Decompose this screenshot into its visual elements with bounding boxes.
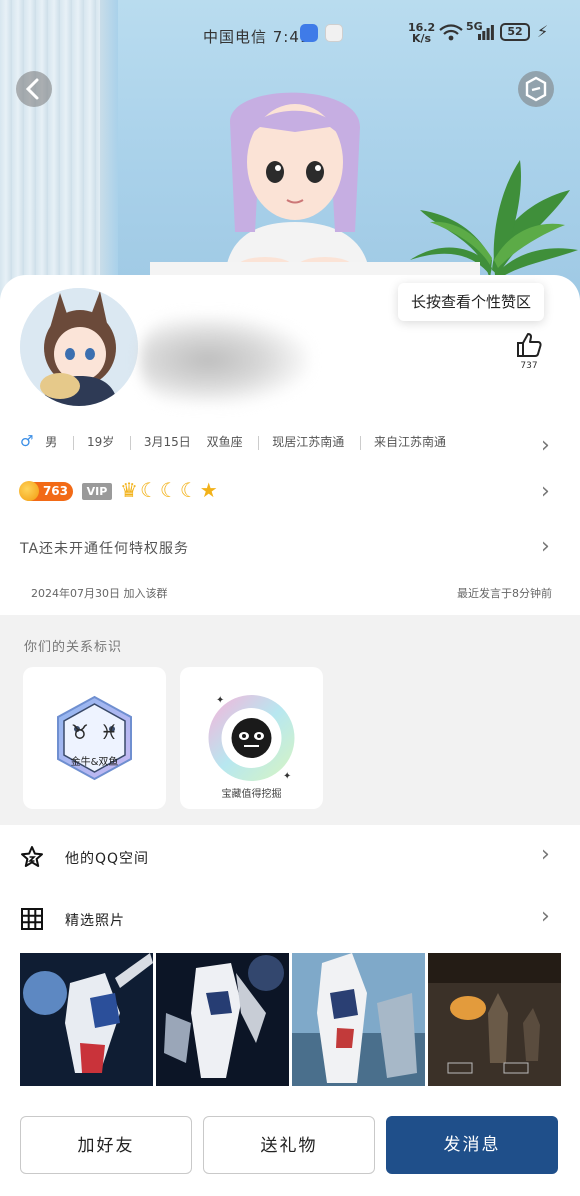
gender: 男	[45, 435, 58, 449]
battery-level: 52	[500, 23, 530, 41]
photo-thumbnail[interactable]	[428, 953, 561, 1086]
level-badge: 763	[19, 481, 73, 501]
star-icon: ★	[199, 478, 220, 502]
svg-text:♓: ♓	[100, 720, 118, 744]
hometown: 来自江苏南通	[373, 435, 446, 449]
photo-gallery	[20, 953, 561, 1086]
zodiac: 双鱼座	[206, 435, 243, 449]
avatar-image	[20, 288, 138, 406]
level-icons: ♛☾☾☾★	[120, 478, 220, 502]
qzone-row[interactable]: 他的QQ空间 ›	[0, 827, 580, 887]
avatar[interactable]	[20, 288, 138, 406]
photos-row[interactable]: 精选照片 ›	[0, 889, 580, 949]
profile-cover[interactable]: 中国电信 7:41 16.2 K/s 5G 52 ⚡	[0, 0, 580, 300]
level-badges-row[interactable]: 763 VIP ♛☾☾☾★	[19, 478, 540, 506]
treasure-relation-label: 宝藏值得挖掘	[221, 789, 282, 800]
cover-plant	[410, 160, 578, 280]
relation-card-zodiac[interactable]: ♉ ♓ 金牛&双鱼	[23, 667, 166, 809]
moon-icon: ☾	[159, 478, 180, 502]
vip-badge: VIP	[82, 483, 112, 500]
level-number: 763	[42, 484, 68, 498]
nickname-redacted	[140, 315, 310, 405]
divider	[130, 435, 132, 450]
send-gift-button[interactable]: 送礼物	[203, 1116, 375, 1174]
profile-card: 长按查看个性赞区 737 ♂ 男 19岁 3月15日 双鱼座 现居江苏南通 来自…	[0, 275, 580, 615]
like-tooltip: 长按查看个性赞区	[398, 283, 545, 321]
notification-app-icon	[300, 24, 318, 42]
photo-thumbnail[interactable]	[156, 953, 289, 1086]
svg-text:♉: ♉	[71, 720, 89, 744]
privilege-text[interactable]: TA还未开通任何特权服务	[20, 538, 189, 558]
relation-title: 你们的关系标识	[24, 640, 123, 655]
zodiac-relation-label: 金牛&双鱼	[70, 757, 119, 768]
chevron-left-icon	[25, 78, 39, 100]
carrier-time: 中国电信 7:41	[203, 28, 311, 46]
moon-icon: ☾	[139, 478, 160, 502]
svg-text:✦: ✦	[216, 695, 224, 706]
status-bar: 中国电信 7:41 16.2 K/s 5G 52 ⚡	[0, 20, 580, 48]
notification-app-icon-2	[325, 24, 343, 42]
coin-icon	[19, 481, 39, 501]
photo-thumbnail[interactable]	[292, 953, 425, 1086]
divider	[360, 435, 362, 450]
crown-icon: ♛	[120, 478, 140, 502]
birthday: 3月15日	[143, 435, 191, 449]
photos-label: 精选照片	[65, 913, 125, 929]
chevron-right-icon[interactable]: ›	[541, 534, 550, 559]
add-friend-button[interactable]: 加好友	[20, 1116, 192, 1174]
age: 19岁	[86, 435, 115, 449]
last-speak-time: 最近发言于8分钟前	[457, 587, 552, 600]
male-icon: ♂	[20, 432, 34, 450]
chevron-right-icon[interactable]: ›	[541, 479, 550, 504]
qzone-label: 他的QQ空间	[65, 851, 150, 867]
net-speed-unit: K/s	[412, 32, 432, 45]
grid-icon	[21, 908, 43, 930]
more-options-button[interactable]	[518, 71, 554, 107]
star-outline-icon	[21, 846, 43, 867]
profile-info-row[interactable]: ♂ 男 19岁 3月15日 双鱼座 现居江苏南通 来自江苏南通	[20, 432, 560, 454]
chevron-right-icon: ›	[541, 904, 550, 929]
residence: 现居江苏南通	[272, 435, 345, 449]
chevron-right-icon: ›	[541, 842, 550, 867]
charging-icon: ⚡	[537, 22, 549, 41]
cover-character	[225, 92, 370, 282]
wifi-icon	[438, 24, 464, 46]
chevron-right-icon[interactable]: ›	[541, 433, 550, 458]
signal-bars-icon	[478, 25, 494, 40]
back-button[interactable]	[16, 71, 52, 107]
photo-thumbnail[interactable]	[20, 953, 153, 1086]
profile-links-list: 他的QQ空间 › 精选照片 ›	[0, 825, 580, 1097]
zodiac-hexagon-icon: ♉ ♓	[57, 695, 132, 781]
send-message-button[interactable]: 发消息	[386, 1116, 558, 1174]
divider	[73, 435, 75, 450]
net-speed: 16.2 K/s	[408, 22, 435, 44]
shield-icon	[525, 76, 547, 102]
moon-icon: ☾	[179, 478, 200, 502]
divider	[258, 435, 260, 450]
svg-text:✦: ✦	[283, 771, 291, 782]
group-join-date: 2024年07月30日 加入该群	[31, 587, 168, 600]
like-count: 737	[520, 361, 538, 371]
relation-card-treasure[interactable]: ✦ ✦ 宝藏值得挖掘	[180, 667, 323, 809]
bottom-action-bar: 加好友 送礼物 发消息	[0, 1097, 580, 1196]
thumbs-up-icon[interactable]	[515, 332, 543, 358]
